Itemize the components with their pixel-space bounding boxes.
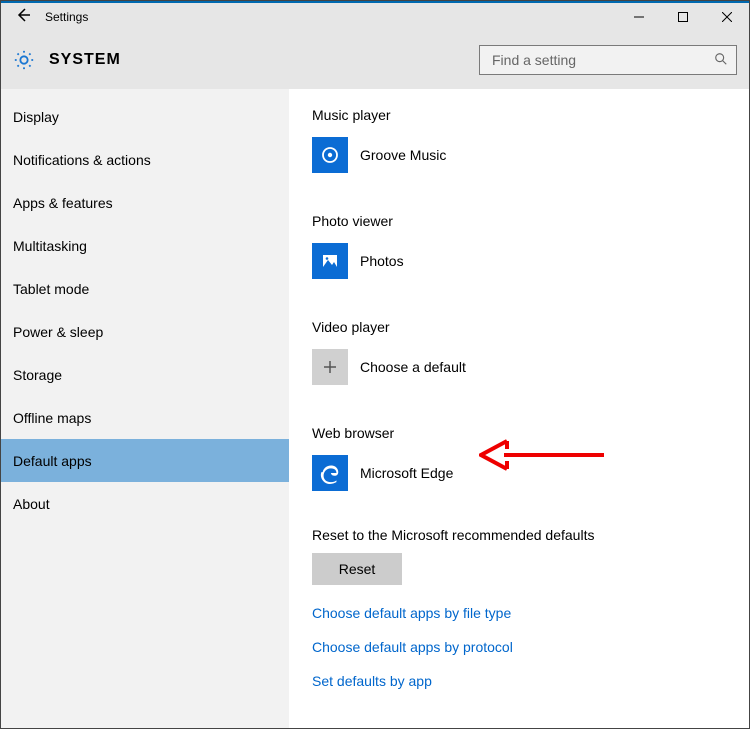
category-label-browser: Web browser: [312, 425, 749, 441]
default-app-photo[interactable]: Photos: [312, 237, 749, 285]
close-button[interactable]: [705, 3, 749, 31]
maximize-button[interactable]: [661, 3, 705, 31]
app-name: Microsoft Edge: [360, 465, 453, 481]
category-label-music: Music player: [312, 107, 749, 123]
sidebar: Display Notifications & actions Apps & f…: [1, 89, 290, 728]
sidebar-item-apps-features[interactable]: Apps & features: [1, 181, 289, 224]
sidebar-item-label: Notifications & actions: [13, 152, 151, 168]
sidebar-item-label: Multitasking: [13, 238, 87, 254]
window-title: Settings: [45, 10, 88, 24]
sidebar-item-tablet-mode[interactable]: Tablet mode: [1, 267, 289, 310]
link-by-protocol[interactable]: Choose default apps by protocol: [312, 639, 749, 655]
search-box[interactable]: [479, 45, 737, 75]
link-by-file-type[interactable]: Choose default apps by file type: [312, 605, 749, 621]
app-name: Choose a default: [360, 359, 466, 375]
sidebar-item-notifications[interactable]: Notifications & actions: [1, 138, 289, 181]
sidebar-item-label: Apps & features: [13, 195, 113, 211]
plus-icon: [312, 349, 348, 385]
sidebar-item-default-apps[interactable]: Default apps: [1, 439, 289, 482]
content-pane: Music player Groove Music Photo viewer P…: [290, 89, 749, 728]
search-icon: [714, 52, 728, 69]
sidebar-item-multitasking[interactable]: Multitasking: [1, 224, 289, 267]
app-name: Groove Music: [360, 147, 446, 163]
page-title: SYSTEM: [49, 51, 121, 69]
reset-description: Reset to the Microsoft recommended defau…: [312, 527, 749, 543]
sidebar-item-storage[interactable]: Storage: [1, 353, 289, 396]
sidebar-item-label: Default apps: [13, 453, 92, 469]
photos-icon: [312, 243, 348, 279]
app-name: Photos: [360, 253, 404, 269]
titlebar: Settings: [1, 1, 749, 31]
back-button[interactable]: [1, 7, 45, 28]
search-input[interactable]: [490, 51, 714, 69]
sidebar-item-about[interactable]: About: [1, 482, 289, 525]
category-label-photo: Photo viewer: [312, 213, 749, 229]
category-label-video: Video player: [312, 319, 749, 335]
sidebar-item-power-sleep[interactable]: Power & sleep: [1, 310, 289, 353]
sidebar-item-label: Tablet mode: [13, 281, 89, 297]
sidebar-item-label: Offline maps: [13, 410, 91, 426]
reset-button[interactable]: Reset: [312, 553, 402, 585]
minimize-button[interactable]: [617, 3, 661, 31]
sidebar-item-label: Power & sleep: [13, 324, 103, 340]
sidebar-item-label: Display: [13, 109, 59, 125]
groove-icon: [312, 137, 348, 173]
sidebar-item-label: About: [13, 496, 50, 512]
sidebar-item-display[interactable]: Display: [1, 95, 289, 138]
default-app-music[interactable]: Groove Music: [312, 131, 749, 179]
gear-icon: [13, 49, 35, 71]
default-app-browser[interactable]: Microsoft Edge: [312, 449, 749, 497]
sidebar-item-offline-maps[interactable]: Offline maps: [1, 396, 289, 439]
default-app-video[interactable]: Choose a default: [312, 343, 749, 391]
link-by-app[interactable]: Set defaults by app: [312, 673, 749, 689]
header: SYSTEM: [1, 31, 749, 89]
sidebar-item-label: Storage: [13, 367, 62, 383]
edge-icon: [312, 455, 348, 491]
